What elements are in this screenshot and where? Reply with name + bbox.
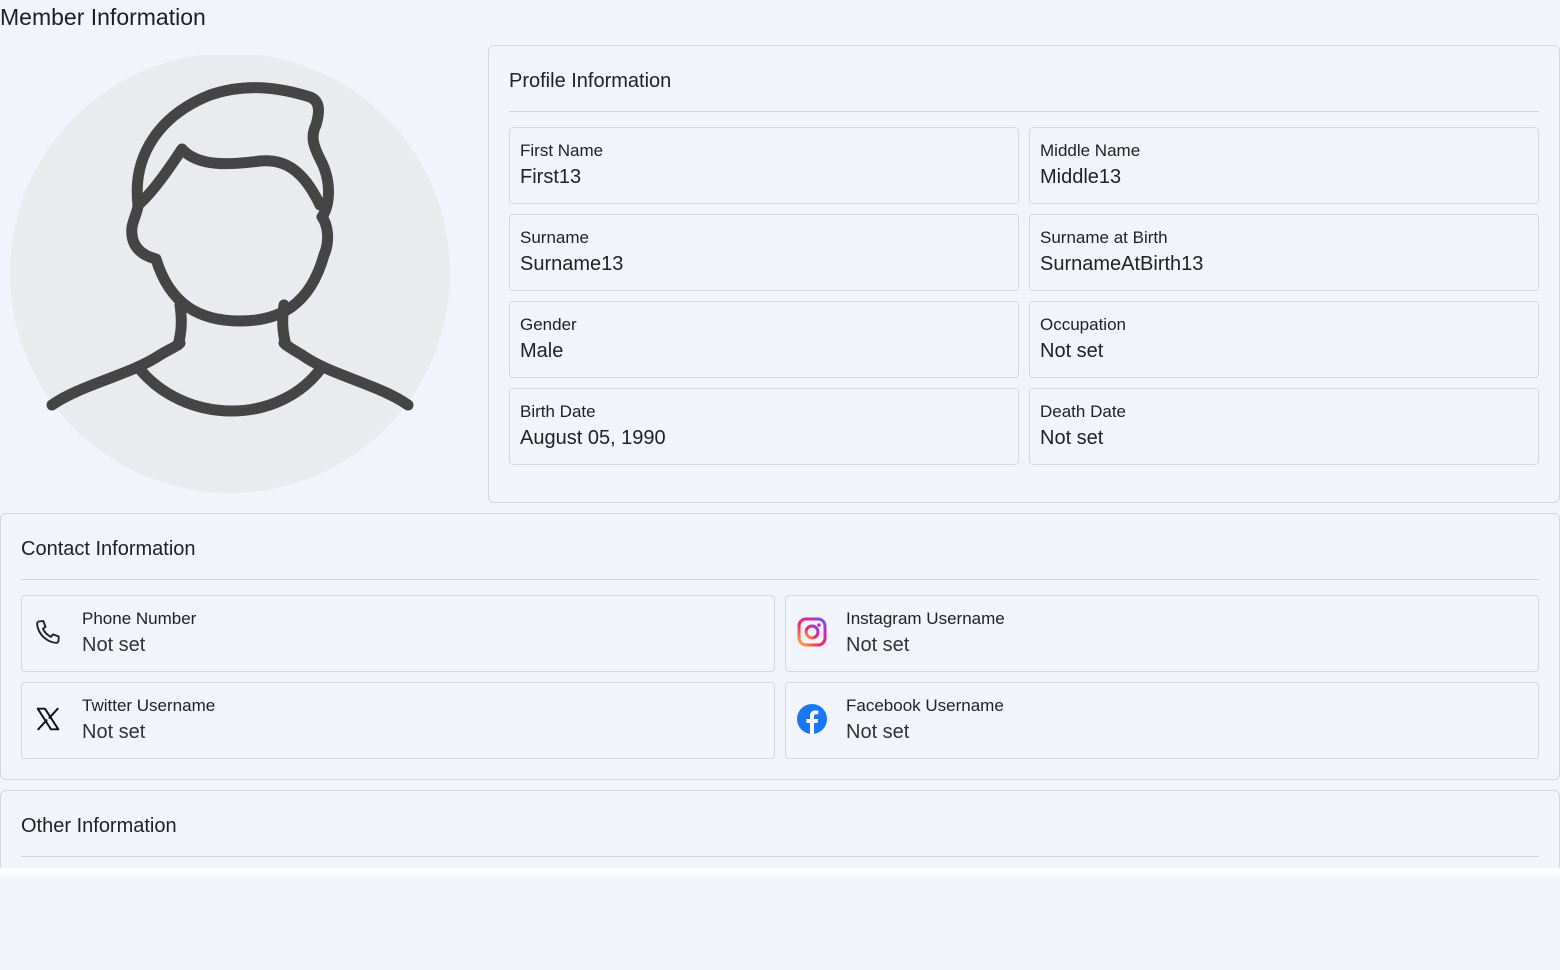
field-label: Phone Number <box>82 609 197 628</box>
field-label: Twitter Username <box>82 696 216 715</box>
occupation-field: Occupation Not set <box>1029 301 1539 378</box>
facebook-icon <box>796 703 828 735</box>
field-value: Surname13 <box>520 253 624 275</box>
field-label: Surname <box>520 228 589 247</box>
profile-information-title: Profile Information <box>509 70 672 92</box>
facebook-username-field: Facebook Username Not set <box>785 682 1539 759</box>
field-label: Gender <box>520 315 577 334</box>
field-label: Surname at Birth <box>1040 228 1168 247</box>
phone-number-field: Phone Number Not set <box>21 595 775 672</box>
instagram-username-field: Instagram Username Not set <box>785 595 1539 672</box>
surname-field: Surname Surname13 <box>509 214 1019 291</box>
birth-date-field: Birth Date August 05, 1990 <box>509 388 1019 465</box>
other-information-title: Other Information <box>21 815 177 837</box>
field-value: First13 <box>520 166 582 188</box>
field-value: Not set <box>1040 427 1104 449</box>
field-label: First Name <box>520 141 604 160</box>
field-value: Not set <box>846 634 910 656</box>
field-value: Middle13 <box>1040 166 1122 188</box>
field-label: Facebook Username <box>846 696 1004 715</box>
field-label: Instagram Username <box>846 609 1005 628</box>
divider <box>21 579 1539 580</box>
page-title: Member Information <box>0 4 206 30</box>
contact-information-title: Contact Information <box>21 538 196 560</box>
field-value: Not set <box>82 634 146 656</box>
person-silhouette-icon <box>10 53 450 493</box>
scroll-fade <box>0 868 1560 880</box>
phone-icon <box>32 616 64 648</box>
field-value: Not set <box>846 721 910 743</box>
middle-name-field: Middle Name Middle13 <box>1029 127 1539 204</box>
avatar <box>10 53 450 495</box>
field-value: Not set <box>1040 340 1104 362</box>
field-label: Death Date <box>1040 402 1126 421</box>
field-value: August 05, 1990 <box>520 427 666 449</box>
x-twitter-icon <box>32 703 64 735</box>
divider <box>509 111 1539 112</box>
twitter-username-field: Twitter Username Not set <box>21 682 775 759</box>
contact-information-card: Contact Information Phone Number Not set <box>0 513 1560 780</box>
gender-field: Gender Male <box>509 301 1019 378</box>
field-value: SurnameAtBirth13 <box>1040 253 1204 275</box>
field-label: Middle Name <box>1040 141 1141 160</box>
other-information-card: Other Information <box>0 790 1560 880</box>
instagram-icon <box>796 616 828 648</box>
divider <box>21 856 1539 857</box>
first-name-field: First Name First13 <box>509 127 1019 204</box>
field-label: Birth Date <box>520 402 596 421</box>
field-label: Occupation <box>1040 315 1126 334</box>
death-date-field: Death Date Not set <box>1029 388 1539 465</box>
surname-at-birth-field: Surname at Birth SurnameAtBirth13 <box>1029 214 1539 291</box>
profile-information-card: Profile Information First Name First13 M… <box>488 45 1560 503</box>
field-value: Male <box>520 340 564 362</box>
field-value: Not set <box>82 721 146 743</box>
